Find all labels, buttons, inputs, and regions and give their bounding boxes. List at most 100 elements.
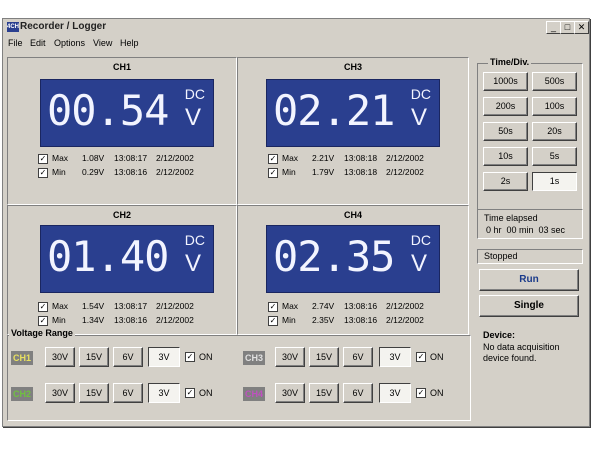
time-div-200s-button[interactable]: 200s	[483, 97, 528, 116]
ch4-max-checkbox[interactable]: ✓	[268, 302, 278, 312]
voltage-range-title: Voltage Range	[9, 328, 75, 338]
ch1-max-value: 1.08V	[82, 153, 105, 163]
vr-ch1-6v-button[interactable]: 6V	[113, 347, 143, 367]
ch2-value: 01.40	[47, 232, 169, 281]
single-button[interactable]: Single	[479, 295, 579, 317]
ch4-min-value: 2.35V	[312, 315, 335, 325]
vr-ch3-15v-button[interactable]: 15V	[309, 347, 339, 367]
ch4-title: CH4	[343, 210, 362, 220]
vr-ch1-badge: CH1	[11, 351, 33, 365]
elapsed-value: 0 hr 00 min 03 sec	[486, 225, 566, 235]
ch2-max-checkbox[interactable]: ✓	[38, 302, 48, 312]
ch4-min-label: Min	[282, 315, 296, 325]
ch4-unit: V	[410, 250, 427, 277]
ch1-title: CH1	[112, 62, 131, 72]
menu-view[interactable]: View	[93, 38, 112, 48]
time-div-1s-button[interactable]: 1s	[532, 172, 577, 191]
vr-ch2-30v-button[interactable]: 30V	[45, 383, 75, 403]
device-title: Device:	[483, 330, 516, 340]
run-button[interactable]: Run	[479, 269, 579, 291]
ch1-max-label: Max	[52, 153, 69, 163]
minimize-button[interactable]: _	[546, 21, 561, 34]
vr-ch4-30v-button[interactable]: 30V	[275, 383, 305, 403]
vr-ch3-3v-button[interactable]: 3V	[379, 347, 411, 367]
ch3-display: 02.21 DC V	[266, 79, 440, 147]
menu-help[interactable]: Help	[120, 38, 139, 48]
ch3-min-date: 2/12/2002	[386, 167, 424, 177]
vr-ch1-15v-button[interactable]: 15V	[79, 347, 109, 367]
vr-ch4-15v-button[interactable]: 15V	[309, 383, 339, 403]
vr-ch2-3v-button[interactable]: 3V	[148, 383, 180, 403]
ch3-min-time: 13:08:18	[344, 167, 378, 177]
ch1-unit: V	[184, 104, 201, 131]
ch1-display: 00.54 DC V	[40, 79, 214, 147]
vr-ch3-on-label: ON	[430, 352, 444, 362]
vr-ch1-3v-button[interactable]: 3V	[148, 347, 180, 367]
menu-file[interactable]: File	[8, 38, 23, 48]
ch3-min-checkbox[interactable]: ✓	[268, 168, 278, 178]
status-box: Stopped	[477, 249, 583, 264]
menu-bar: File Edit Options View Help	[3, 37, 589, 51]
time-div-title: Time/Div.	[488, 57, 532, 67]
time-div-2s-button[interactable]: 2s	[483, 172, 528, 191]
ch4-max-time: 13:08:16	[344, 301, 378, 311]
menu-edit[interactable]: Edit	[30, 38, 46, 48]
ch1-max-time: 13:08:17	[114, 153, 148, 163]
ch1-max-date: 2/12/2002	[156, 153, 194, 163]
close-button[interactable]: ✕	[574, 21, 589, 34]
ch1-coupling: DC	[184, 86, 205, 102]
window-title: Recorder / Logger	[20, 21, 107, 32]
ch3-min-row: ✓ Min 1.79V 13:08:18 2/12/2002	[268, 167, 458, 179]
ch3-max-checkbox[interactable]: ✓	[268, 154, 278, 164]
ch1-min-checkbox[interactable]: ✓	[38, 168, 48, 178]
time-div-500s-button[interactable]: 500s	[532, 72, 577, 91]
ch1-min-label: Min	[52, 167, 66, 177]
vr-ch1-30v-button[interactable]: 30V	[45, 347, 75, 367]
time-div-10s-button[interactable]: 10s	[483, 147, 528, 166]
ch3-min-label: Min	[282, 167, 296, 177]
ch1-min-value: 0.29V	[82, 167, 105, 177]
time-div-20s-button[interactable]: 20s	[532, 122, 577, 141]
vr-ch4-on-label: ON	[430, 388, 444, 398]
time-div-100s-button[interactable]: 100s	[532, 97, 577, 116]
ch3-max-value: 2.21V	[312, 153, 335, 163]
ch1-min-time: 13:08:16	[114, 167, 148, 177]
ch3-max-time: 13:08:18	[344, 153, 378, 163]
vr-ch1-on-label: ON	[199, 352, 213, 362]
ch3-max-label: Max	[282, 153, 299, 163]
maximize-button[interactable]: □	[560, 21, 575, 34]
title-bar: 4CH Recorder / Logger _ □ ✕	[3, 19, 589, 36]
ch4-coupling: DC	[410, 232, 431, 248]
vr-ch1-on-checkbox[interactable]: ✓	[185, 352, 195, 362]
vr-ch2-15v-button[interactable]: 15V	[79, 383, 109, 403]
ch4-min-checkbox[interactable]: ✓	[268, 316, 278, 326]
vr-ch3-6v-button[interactable]: 6V	[343, 347, 373, 367]
ch2-min-value: 1.34V	[82, 315, 105, 325]
time-div-1000s-button[interactable]: 1000s	[483, 72, 528, 91]
ch2-max-label: Max	[52, 301, 69, 311]
time-div-50s-button[interactable]: 50s	[483, 122, 528, 141]
time-div-5s-button[interactable]: 5s	[532, 147, 577, 166]
ch2-max-row: ✓ Max 1.54V 13:08:17 2/12/2002	[38, 301, 228, 313]
ch4-display: 02.35 DC V	[266, 225, 440, 293]
ch2-max-date: 2/12/2002	[156, 301, 194, 311]
ch4-max-date: 2/12/2002	[386, 301, 424, 311]
ch4-min-date: 2/12/2002	[386, 315, 424, 325]
vr-ch4-3v-button[interactable]: 3V	[379, 383, 411, 403]
vr-ch3-30v-button[interactable]: 30V	[275, 347, 305, 367]
app-icon: 4CH	[7, 22, 20, 32]
vr-ch2-badge: CH2	[11, 387, 33, 401]
ch1-max-checkbox[interactable]: ✓	[38, 154, 48, 164]
ch4-max-label: Max	[282, 301, 299, 311]
vr-ch4-6v-button[interactable]: 6V	[343, 383, 373, 403]
vr-ch3-on-checkbox[interactable]: ✓	[416, 352, 426, 362]
ch2-max-value: 1.54V	[82, 301, 105, 311]
vr-ch2-6v-button[interactable]: 6V	[113, 383, 143, 403]
ch2-min-checkbox[interactable]: ✓	[38, 316, 48, 326]
vr-ch3-badge: CH3	[243, 351, 265, 365]
vr-ch2-on-checkbox[interactable]: ✓	[185, 388, 195, 398]
ch2-min-row: ✓ Min 1.34V 13:08:16 2/12/2002	[38, 315, 228, 327]
menu-options[interactable]: Options	[54, 38, 85, 48]
vr-ch4-on-checkbox[interactable]: ✓	[416, 388, 426, 398]
app-window: 4CH Recorder / Logger _ □ ✕ File Edit Op…	[2, 18, 590, 427]
